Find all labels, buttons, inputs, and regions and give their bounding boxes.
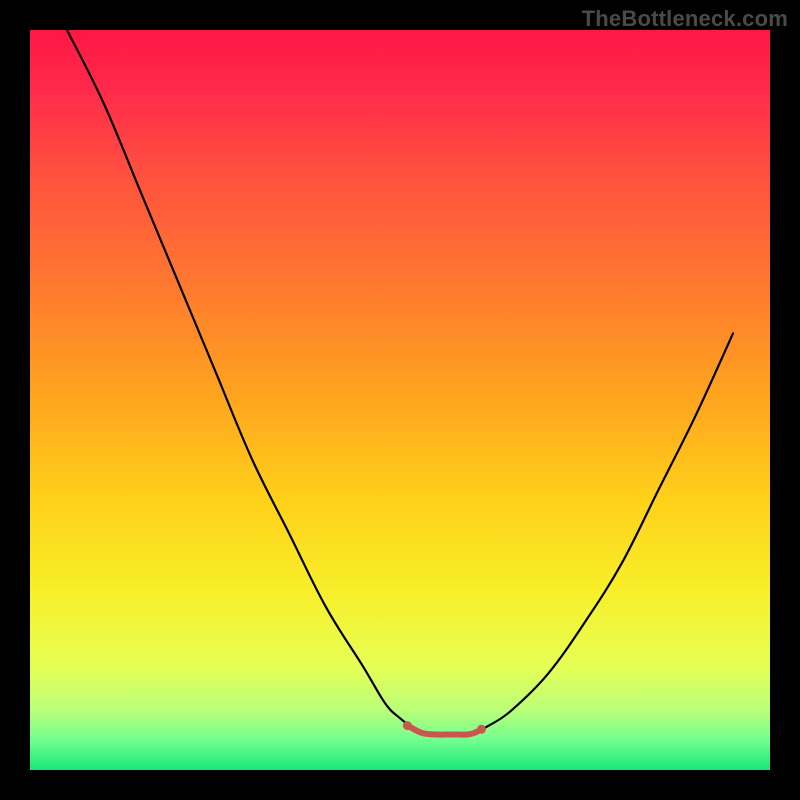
bottom-segment-endpoint bbox=[403, 721, 412, 730]
bottleneck-chart bbox=[0, 0, 800, 800]
chart-frame: TheBottleneck.com bbox=[0, 0, 800, 800]
plot-background bbox=[30, 30, 770, 770]
watermark-text: TheBottleneck.com bbox=[582, 6, 788, 32]
bottom-segment-endpoint bbox=[477, 725, 486, 734]
